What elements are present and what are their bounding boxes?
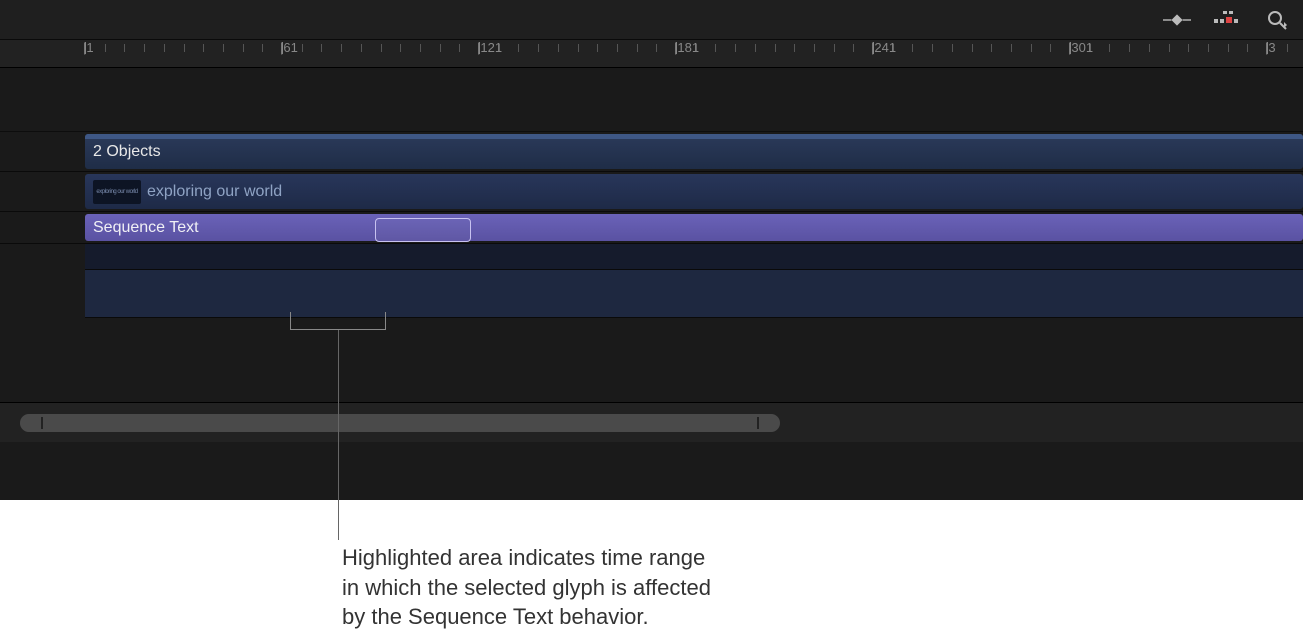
ruler-tick-minor xyxy=(341,44,342,52)
ruler-tick-minor xyxy=(105,44,106,52)
timeline-toolbar xyxy=(0,0,1303,40)
ruler-tick-minor xyxy=(715,44,716,52)
horizontal-scrollbar[interactable] xyxy=(20,414,780,432)
ruler-tick-minor xyxy=(1011,44,1012,52)
search-icon[interactable] xyxy=(1263,6,1291,34)
horizontal-scrollbar-thumb[interactable] xyxy=(20,414,780,432)
annotation-text: Highlighted area indicates time range in… xyxy=(342,543,711,632)
empty-track xyxy=(85,244,1303,270)
text-clip[interactable]: exploring our world exploring our world xyxy=(85,174,1303,209)
text-clip-label: exploring our world xyxy=(147,183,282,201)
ruler-tick-minor xyxy=(262,44,263,52)
ruler-tick-minor xyxy=(1050,44,1051,52)
ruler-tick-minor xyxy=(1031,44,1032,52)
ruler-tick-minor xyxy=(656,44,657,52)
ruler-tick-minor xyxy=(853,44,854,52)
ruler-tick-minor xyxy=(991,44,992,52)
ruler-tick-label: |121 xyxy=(477,40,502,55)
timeline-scrollbar-area xyxy=(0,402,1303,442)
ruler-tick-label: |301 xyxy=(1068,40,1093,55)
timeline-spacer xyxy=(0,68,1303,132)
ruler-tick-minor xyxy=(1287,44,1288,52)
empty-row xyxy=(0,318,1303,378)
ruler-tick-minor xyxy=(932,44,933,52)
ruler-tick-minor xyxy=(440,44,441,52)
ruler-tick-minor xyxy=(420,44,421,52)
ruler-tick-minor xyxy=(243,44,244,52)
text-clip-thumbnail: exploring our world xyxy=(93,180,141,204)
ruler-tick-minor xyxy=(518,44,519,52)
ruler-tick-minor xyxy=(538,44,539,52)
ruler-tick-label: |181 xyxy=(674,40,699,55)
empty-track xyxy=(85,270,1303,318)
group-clip[interactable]: 2 Objects xyxy=(85,134,1303,169)
ruler-tick-minor xyxy=(1247,44,1248,52)
ruler-tick-minor xyxy=(302,44,303,52)
ruler-tick-minor xyxy=(223,44,224,52)
ruler-tick-minor xyxy=(597,44,598,52)
ruler-tick-minor xyxy=(1228,44,1229,52)
timeline-ruler[interactable]: |1 |61 |121 |181 |241 |301 |3 xyxy=(0,40,1303,68)
glyph-time-range-highlight[interactable] xyxy=(375,218,471,242)
behaviors-toggle-icon[interactable] xyxy=(1213,6,1241,34)
timeline-body: 2 Objects exploring our world exploring … xyxy=(0,68,1303,442)
ruler-tick-minor xyxy=(617,44,618,52)
ruler-tick-minor xyxy=(184,44,185,52)
group-clip-label: 2 Objects xyxy=(93,143,161,161)
ruler-tick-minor xyxy=(912,44,913,52)
callout-bracket xyxy=(290,312,386,330)
ruler-tick-minor xyxy=(794,44,795,52)
ruler-tick-minor xyxy=(755,44,756,52)
callout-line xyxy=(338,330,339,540)
ruler-tick-minor xyxy=(164,44,165,52)
ruler-tick-minor xyxy=(1188,44,1189,52)
ruler-tick-minor xyxy=(637,44,638,52)
ruler-tick-minor xyxy=(203,44,204,52)
ruler-tick-minor xyxy=(400,44,401,52)
keyframe-toggle-icon[interactable] xyxy=(1163,6,1191,34)
behavior-clip[interactable]: Sequence Text xyxy=(85,214,1303,241)
ruler-tick-minor xyxy=(1208,44,1209,52)
ruler-tick-minor xyxy=(834,44,835,52)
ruler-tick-minor xyxy=(124,44,125,52)
ruler-tick-minor xyxy=(775,44,776,52)
behavior-clip-label: Sequence Text xyxy=(93,219,199,237)
ruler-tick-minor xyxy=(1109,44,1110,52)
ruler-tick-minor xyxy=(381,44,382,52)
ruler-tick-label: |241 xyxy=(871,40,896,55)
ruler-tick-minor xyxy=(459,44,460,52)
ruler-tick-minor xyxy=(1149,44,1150,52)
ruler-tick-minor xyxy=(144,44,145,52)
ruler-tick-minor xyxy=(1169,44,1170,52)
ruler-tick-minor xyxy=(1129,44,1130,52)
ruler-tick-minor xyxy=(558,44,559,52)
ruler-tick-minor xyxy=(735,44,736,52)
ruler-tick-minor xyxy=(321,44,322,52)
ruler-tick-label: |1 xyxy=(83,40,94,55)
ruler-tick-minor xyxy=(972,44,973,52)
ruler-tick-minor xyxy=(952,44,953,52)
ruler-tick-minor xyxy=(578,44,579,52)
group-track: 2 Objects xyxy=(0,132,1303,172)
behavior-track: Sequence Text xyxy=(0,212,1303,244)
ruler-tick-label: |61 xyxy=(280,40,298,55)
ruler-tick-minor xyxy=(814,44,815,52)
ruler-tick-label: |3 xyxy=(1265,40,1276,55)
ruler-tick-minor xyxy=(361,44,362,52)
text-track: exploring our world exploring our world xyxy=(0,172,1303,212)
